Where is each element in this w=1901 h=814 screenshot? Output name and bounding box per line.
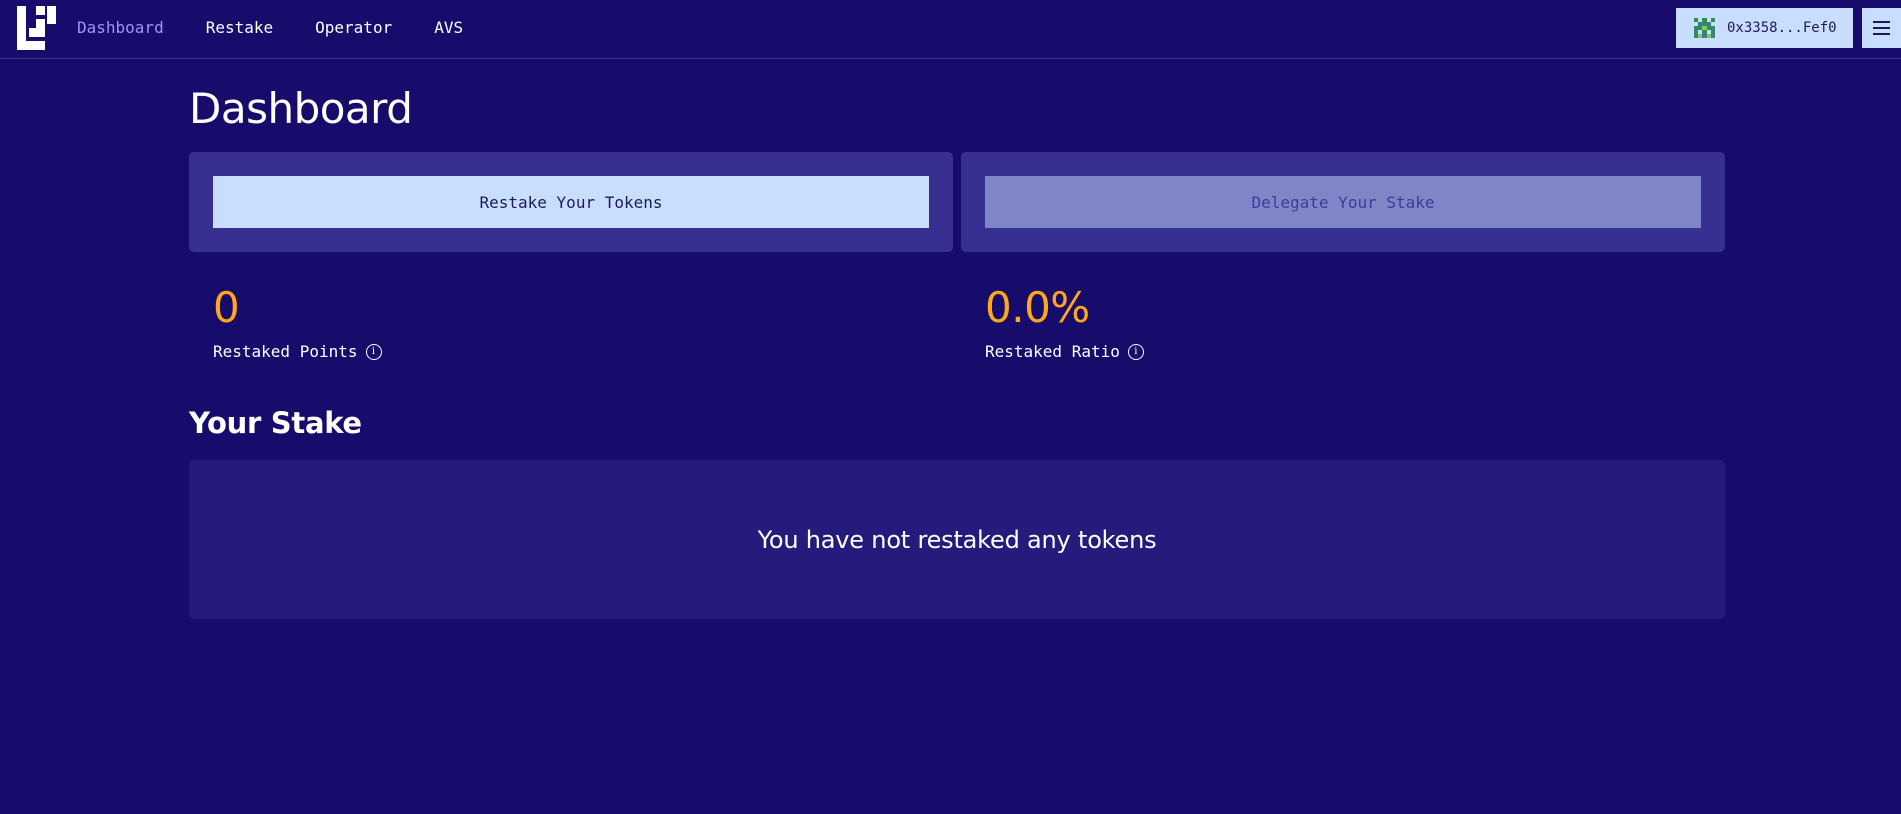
restaked-ratio-label-row: Restaked Ratio i xyxy=(985,342,1144,361)
delegate-card: Delegate Your Stake xyxy=(961,152,1725,252)
hamburger-menu-icon[interactable] xyxy=(1862,8,1901,48)
nav-item-dashboard[interactable]: Dashboard xyxy=(77,18,164,37)
nav-item-avs[interactable]: AVS xyxy=(434,18,463,37)
restaked-ratio-stat: 0.0% Restaked Ratio i xyxy=(985,282,1144,361)
page-title: Dashboard xyxy=(189,84,413,133)
restaked-ratio-label: Restaked Ratio xyxy=(985,342,1120,361)
restake-tokens-button[interactable]: Restake Your Tokens xyxy=(213,176,929,228)
restaked-ratio-value: 0.0% xyxy=(985,283,1090,332)
eigenlayer-logo-icon[interactable] xyxy=(17,6,56,50)
restaked-points-label: Restaked Points xyxy=(213,342,358,361)
info-icon[interactable]: i xyxy=(1127,343,1144,360)
nav-item-restake[interactable]: Restake xyxy=(206,18,273,37)
restake-card: Restake Your Tokens xyxy=(189,152,953,252)
restaked-points-value: 0 xyxy=(213,283,240,332)
stake-panel: You have not restaked any tokens xyxy=(189,460,1725,619)
nav-item-operator[interactable]: Operator xyxy=(315,18,392,37)
wallet-avatar-icon xyxy=(1694,17,1715,39)
main-nav: Dashboard Restake Operator AVS xyxy=(77,18,463,37)
top-nav-bar: Dashboard Restake Operator AVS 0x3358...… xyxy=(0,0,1901,59)
wallet-address: 0x3358...Fef0 xyxy=(1727,20,1837,36)
your-stake-title: Your Stake xyxy=(189,406,362,440)
info-icon[interactable]: i xyxy=(365,343,382,360)
stake-empty-message: You have not restaked any tokens xyxy=(757,525,1157,554)
wallet-button[interactable]: 0x3358...Fef0 xyxy=(1676,8,1853,48)
delegate-stake-button[interactable]: Delegate Your Stake xyxy=(985,176,1701,228)
restaked-points-label-row: Restaked Points i xyxy=(213,342,382,361)
restaked-points-stat: 0 Restaked Points i xyxy=(213,282,382,361)
